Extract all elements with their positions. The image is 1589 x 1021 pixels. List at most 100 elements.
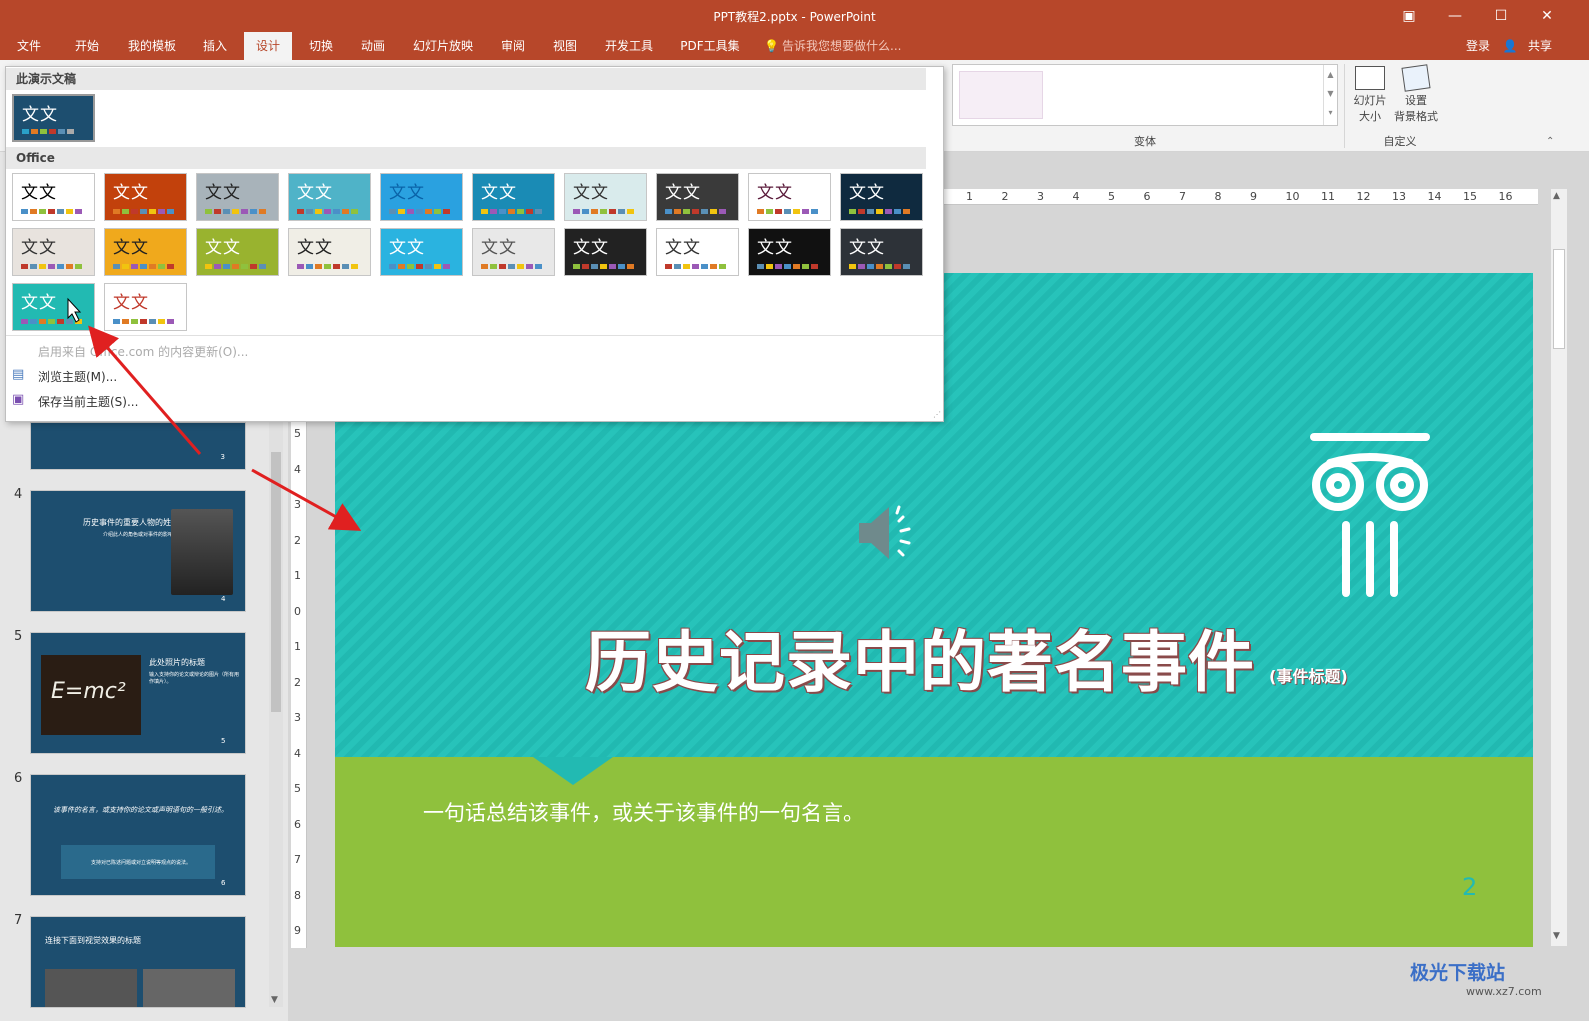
theme-option-13[interactable]: 文文 xyxy=(196,228,279,276)
thumb-box: 支持对已陈述问题或对立说明等观点的说法。 xyxy=(61,845,215,879)
theme-sample-text: 文文 xyxy=(849,183,885,203)
format-background-button[interactable]: 设置 背景格式 xyxy=(1392,64,1440,130)
themes-gallery-dropdown: 此演示文稿 文文 Office 文文 文文 文文 文文 文文 文文 文文 文文 文文 文文 文文 文文… xyxy=(5,66,944,422)
slide-size-label-1: 幻灯片 xyxy=(1353,94,1387,107)
theme-option-2[interactable]: 文文 xyxy=(104,173,187,221)
theme-option-11[interactable]: 文文 xyxy=(12,228,95,276)
ruler-tick-label: 3 xyxy=(294,711,301,724)
theme-option-3[interactable]: 文文 xyxy=(196,173,279,221)
theme-option-18[interactable]: 文文 xyxy=(656,228,739,276)
thumb-title: 历史事件的重要人物的姓名 xyxy=(83,518,179,527)
panel-scroll-thumb[interactable] xyxy=(271,452,281,712)
tab-home[interactable]: 开始 xyxy=(62,32,112,60)
collapse-ribbon-icon[interactable]: ⌃ xyxy=(1546,136,1554,147)
tab-developer[interactable]: 开发工具 xyxy=(596,32,662,60)
section-office: Office xyxy=(6,147,926,169)
maximize-button[interactable]: ☐ xyxy=(1478,0,1524,32)
panel-scroll-down-icon[interactable]: ▼ xyxy=(271,995,278,1005)
tab-review[interactable]: 审阅 xyxy=(490,32,536,60)
slide-quote[interactable]: 一句话总结该事件，或关于该事件的一句名言。 xyxy=(423,797,864,827)
slide-thumbnail-5[interactable]: E=mc² 此处照片的标题 输入支持你的论文或辩论的图片（所有用作填片）。 5 xyxy=(30,632,246,754)
tab-my-templates[interactable]: 我的模板 xyxy=(120,32,184,60)
scroll-down-icon[interactable]: ▼ xyxy=(1553,931,1560,941)
theme-option-21[interactable]: 文文 xyxy=(12,283,95,331)
tell-me-search[interactable]: 告诉我您想要做什么... xyxy=(782,32,906,60)
watermark-url: www.xz7.com xyxy=(1466,985,1542,998)
scroll-up-icon[interactable]: ▲ xyxy=(1553,191,1560,201)
theme-option-4[interactable]: 文文 xyxy=(288,173,371,221)
theme-sample-text: 文文 xyxy=(205,238,241,258)
theme-option-1[interactable]: 文文 xyxy=(12,173,95,221)
resize-grip-icon[interactable]: ⋰ xyxy=(933,410,941,419)
slide-thumbnail-3[interactable]: 3 xyxy=(30,422,246,470)
theme-option-22[interactable]: 文文 xyxy=(104,283,187,331)
slide-size-button[interactable]: 幻灯片 大小 xyxy=(1350,64,1390,130)
theme-swatches xyxy=(757,209,818,214)
slide-thumbnail-4[interactable]: 历史事件的重要人物的姓名 介绍此人的角色或对事件的影响。 4 xyxy=(30,490,246,612)
ruler-tick-label: 7 xyxy=(294,853,301,866)
ruler-tick-label: 9 xyxy=(1250,190,1257,203)
theme-option-5[interactable]: 文文 xyxy=(380,173,463,221)
theme-swatches xyxy=(297,264,358,269)
theme-option-10[interactable]: 文文 xyxy=(840,173,923,221)
theme-option-20[interactable]: 文文 xyxy=(840,228,923,276)
theme-current[interactable]: 文文 xyxy=(12,94,95,142)
variants-scroll-arrows[interactable]: ▲ ▼ ▾ xyxy=(1323,65,1337,125)
login-link[interactable]: 登录 xyxy=(1460,32,1496,60)
browse-themes-item[interactable]: 浏览主题(M)... xyxy=(38,368,117,385)
slide-thumbnail-7[interactable]: 连接下面到视觉效果的标题 xyxy=(30,916,246,1008)
tab-design[interactable]: 设计 xyxy=(244,32,292,60)
tab-transitions[interactable]: 切换 xyxy=(298,32,344,60)
tab-animations[interactable]: 动画 xyxy=(350,32,396,60)
theme-sample-text: 文文 xyxy=(481,183,517,203)
theme-option-9[interactable]: 文文 xyxy=(748,173,831,221)
tab-view[interactable]: 视图 xyxy=(542,32,588,60)
theme-swatches xyxy=(481,264,542,269)
save-current-theme-item[interactable]: 保存当前主题(S)... xyxy=(38,393,138,410)
ruler-tick-label: 5 xyxy=(294,427,301,440)
theme-option-17[interactable]: 文文 xyxy=(564,228,647,276)
close-button[interactable]: ✕ xyxy=(1524,0,1570,32)
theme-swatches xyxy=(205,264,266,269)
theme-swatches xyxy=(21,264,82,269)
column-capital-icon xyxy=(1310,433,1430,597)
theme-option-7[interactable]: 文文 xyxy=(564,173,647,221)
speaker-icon[interactable] xyxy=(855,501,917,565)
format-background-label-1: 设置 xyxy=(1405,94,1427,107)
theme-swatches xyxy=(297,209,358,214)
theme-option-19[interactable]: 文文 xyxy=(748,228,831,276)
formula-text: E=mc² xyxy=(51,679,126,704)
theme-option-6[interactable]: 文文 xyxy=(472,173,555,221)
slide-title[interactable]: 历史记录中的著名事件 xyxy=(585,609,1255,705)
theme-option-16[interactable]: 文文 xyxy=(472,228,555,276)
tab-insert[interactable]: 插入 xyxy=(192,32,238,60)
theme-swatches xyxy=(573,264,634,269)
theme-option-12[interactable]: 文文 xyxy=(104,228,187,276)
theme-option-14[interactable]: 文文 xyxy=(288,228,371,276)
ruler-tick-label: 8 xyxy=(294,888,301,902)
slide-number-5: 5 xyxy=(14,629,23,644)
slide-thumbnail-6[interactable]: 该事件的名言，或支持你的论文或声明语句的一般引述。 支持对已陈述问题或对立说明等… xyxy=(30,774,246,896)
thumb-sub: 支持对已陈述问题或对立说明等观点的说法。 xyxy=(91,860,192,866)
variant-thumbnail[interactable] xyxy=(959,71,1043,119)
variants-gallery[interactable]: ▲ ▼ ▾ xyxy=(952,64,1338,126)
theme-sample-text: 文文 xyxy=(757,183,793,203)
theme-sample-text: 文文 xyxy=(21,293,57,313)
minimize-button[interactable]: — xyxy=(1432,0,1478,32)
theme-swatches xyxy=(389,264,450,269)
editor-scroll-thumb[interactable] xyxy=(1553,249,1565,349)
theme-option-15[interactable]: 文文 xyxy=(380,228,463,276)
theme-sample-text: 文文 xyxy=(205,183,241,203)
tab-pdf-tools[interactable]: PDF工具集 xyxy=(672,32,748,60)
editor-scrollbar[interactable]: ▲ ▼ xyxy=(1551,189,1567,946)
ruler-tick-label: 5 xyxy=(294,782,301,795)
share-button[interactable]: 共享 xyxy=(1520,32,1560,60)
tab-slideshow[interactable]: 幻灯片放映 xyxy=(404,32,482,60)
theme-option-8[interactable]: 文文 xyxy=(656,173,739,221)
slide-title-subtitle[interactable]: (事件标题) xyxy=(1269,663,1348,687)
group-divider xyxy=(1344,64,1345,148)
theme-sample-text: 文文 xyxy=(113,183,149,203)
ruler-tick-label: 14 xyxy=(1427,190,1442,203)
tab-file[interactable]: 文件 xyxy=(6,32,52,60)
ribbon-display-options-icon[interactable]: ▣ xyxy=(1386,0,1432,32)
